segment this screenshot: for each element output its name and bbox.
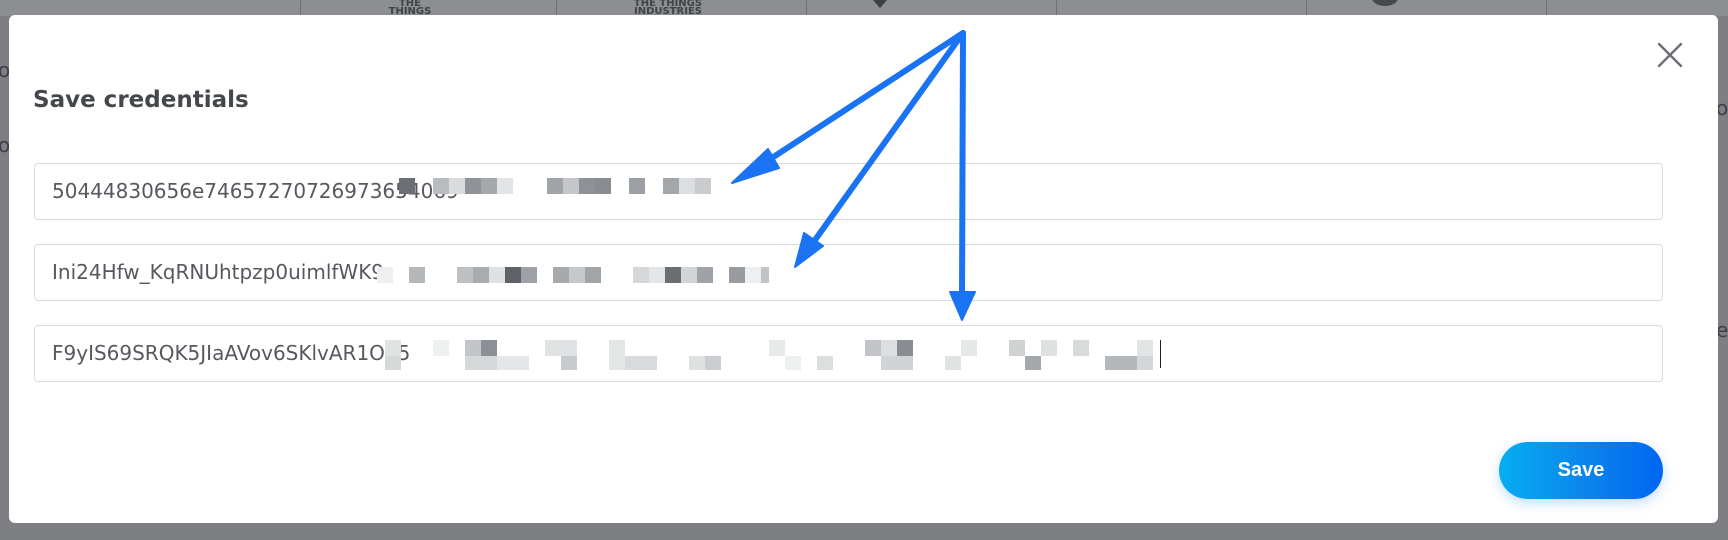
annotation-arrow bbox=[807, 30, 966, 250]
annotation-arrow bbox=[959, 30, 966, 301]
annotation-arrowhead bbox=[949, 291, 976, 321]
annotation-arrows bbox=[731, 30, 976, 321]
annotation-arrowhead bbox=[731, 148, 780, 184]
annotation-arrow bbox=[749, 30, 966, 174]
